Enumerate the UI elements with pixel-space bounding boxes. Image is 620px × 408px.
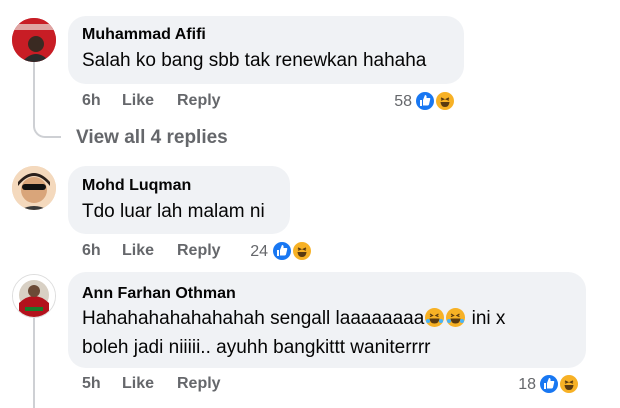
comment-author[interactable]: Mohd Luqman bbox=[82, 177, 191, 195]
comment-text-line: boleh jadi niiiii.. ayuhh bangkittt wani… bbox=[82, 337, 431, 358]
thread-line-curve bbox=[33, 124, 61, 138]
like-button[interactable]: Like bbox=[122, 92, 154, 110]
reaction-count[interactable]: 58 bbox=[372, 93, 412, 111]
avatar-image bbox=[12, 18, 56, 62]
avatar-image bbox=[12, 166, 56, 210]
like-icon[interactable] bbox=[538, 373, 560, 395]
like-button[interactable]: Like bbox=[122, 375, 154, 393]
avatar[interactable] bbox=[12, 166, 56, 210]
thread-line bbox=[33, 62, 35, 126]
comment-author[interactable]: Muhammad Afifi bbox=[82, 26, 206, 44]
avatar[interactable] bbox=[12, 18, 56, 62]
rolling-laughing-emoji-icon bbox=[446, 308, 466, 327]
like-icon[interactable] bbox=[271, 240, 293, 262]
view-replies-link[interactable]: View all 4 replies bbox=[76, 127, 228, 149]
comment-author[interactable]: Ann Farhan Othman bbox=[82, 285, 236, 303]
avatar-image bbox=[13, 275, 55, 317]
comment-text: Tdo luar lah malam ni bbox=[82, 201, 265, 222]
reaction-count[interactable]: 18 bbox=[496, 376, 536, 394]
rolling-laughing-emoji-icon bbox=[425, 308, 445, 327]
comment-text: Salah ko bang sbb tak renewkan hahaha bbox=[82, 50, 427, 71]
reply-button[interactable]: Reply bbox=[177, 242, 221, 260]
avatar[interactable] bbox=[12, 274, 56, 318]
haha-icon[interactable] bbox=[434, 90, 456, 112]
comment-text-part: Hahahahahahahahah sengall laaaaaaaa bbox=[82, 308, 425, 329]
comment-text-part: ini x bbox=[466, 308, 506, 329]
comment-time[interactable]: 6h bbox=[82, 92, 101, 110]
reply-button[interactable]: Reply bbox=[177, 92, 221, 110]
comment-time[interactable]: 6h bbox=[82, 242, 101, 260]
haha-icon[interactable] bbox=[291, 240, 313, 262]
thread-line bbox=[33, 318, 35, 408]
like-button[interactable]: Like bbox=[122, 242, 154, 260]
reaction-count[interactable]: 24 bbox=[228, 243, 268, 261]
comment-time[interactable]: 5h bbox=[82, 375, 101, 393]
haha-icon[interactable] bbox=[558, 373, 580, 395]
like-icon[interactable] bbox=[414, 90, 436, 112]
reply-button[interactable]: Reply bbox=[177, 375, 221, 393]
